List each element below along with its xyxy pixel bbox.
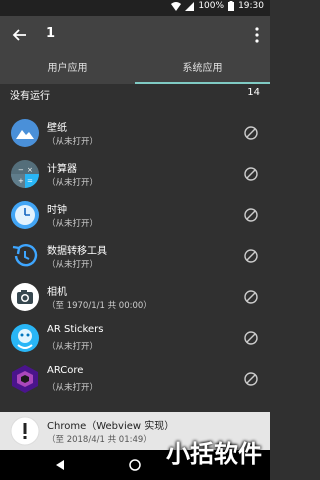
block-icon[interactable] xyxy=(244,372,258,386)
arcore-icon xyxy=(12,365,38,393)
section-header: 没有运行 14 xyxy=(0,84,270,110)
section-label: 没有运行 xyxy=(10,91,50,102)
app-usage: （至 1970/1/1 共 00:00） xyxy=(47,301,152,311)
status-bar: 100% 19:30 xyxy=(0,0,270,16)
block-icon[interactable] xyxy=(244,167,258,181)
battery-percent: 100% xyxy=(198,1,225,11)
app-name: ARCore xyxy=(47,365,84,376)
app-name: 相机 xyxy=(47,287,67,298)
list-item[interactable]: AR Stickers （从未打开） xyxy=(0,318,270,359)
app-name: 数据转移工具 xyxy=(47,246,107,257)
page-title: 1 xyxy=(46,26,56,41)
block-icon[interactable] xyxy=(244,290,258,304)
list-item[interactable]: 相机 （至 1970/1/1 共 00:00） xyxy=(0,277,270,318)
ar-stickers-icon xyxy=(11,324,39,352)
more-vert-icon[interactable] xyxy=(252,26,262,44)
app-name: 壁纸 xyxy=(47,123,67,134)
app-usage: （从未打开） xyxy=(47,137,99,147)
camera-icon xyxy=(11,283,39,311)
wallpaper-icon xyxy=(11,119,39,147)
app-name: AR Stickers xyxy=(47,324,104,335)
tab-system-apps[interactable]: 系统应用 xyxy=(135,54,270,84)
list-item[interactable]: 壁纸 （从未打开） xyxy=(0,113,270,154)
clock: 19:30 xyxy=(238,1,264,11)
wifi-icon xyxy=(171,1,182,11)
app-name: 时钟 xyxy=(47,205,67,216)
app-usage: （从未打开） xyxy=(47,383,99,393)
nav-back-icon[interactable] xyxy=(55,459,65,471)
app-usage: （从未打开） xyxy=(47,178,99,188)
nav-home-icon[interactable] xyxy=(129,459,141,471)
app-name: 计算器 xyxy=(47,164,77,175)
data-transfer-icon xyxy=(12,243,38,267)
list-item[interactable]: 时钟 （从未打开） xyxy=(0,195,270,236)
block-icon[interactable] xyxy=(244,126,258,140)
info-icon xyxy=(10,416,40,446)
block-icon[interactable] xyxy=(244,208,258,222)
battery-icon xyxy=(228,1,235,11)
app-name: Chrome（Webview 实现） xyxy=(47,421,175,432)
svg-text:+: + xyxy=(18,177,24,185)
list-item[interactable]: 数据转移工具 （从未打开） xyxy=(0,236,270,277)
svg-text:=: = xyxy=(27,177,33,185)
clock-icon xyxy=(11,201,39,229)
list-item[interactable]: ARCore （从未打开） xyxy=(0,359,270,400)
svg-text:−: − xyxy=(18,166,24,174)
tab-bar: 用户应用 系统应用 xyxy=(0,54,270,84)
app-usage: （至 2018/4/1 共 01:49） xyxy=(47,435,152,445)
svg-text:×: × xyxy=(27,166,33,174)
back-arrow-icon[interactable] xyxy=(10,25,30,45)
block-icon[interactable] xyxy=(244,331,258,345)
app-usage: （从未打开） xyxy=(47,342,99,352)
signal-icon xyxy=(185,1,195,11)
app-bar: 1 xyxy=(0,16,270,54)
tab-user-apps[interactable]: 用户应用 xyxy=(0,54,135,84)
block-icon[interactable] xyxy=(244,249,258,263)
calculator-icon: − ×+ = xyxy=(11,160,39,188)
watermark-text: 小括软件 xyxy=(166,440,262,468)
app-usage: （从未打开） xyxy=(47,219,99,229)
list-item[interactable]: − × + = 计算器 （从未打开） xyxy=(0,154,270,195)
section-count: 14 xyxy=(247,87,260,98)
app-usage: （从未打开） xyxy=(47,260,99,270)
